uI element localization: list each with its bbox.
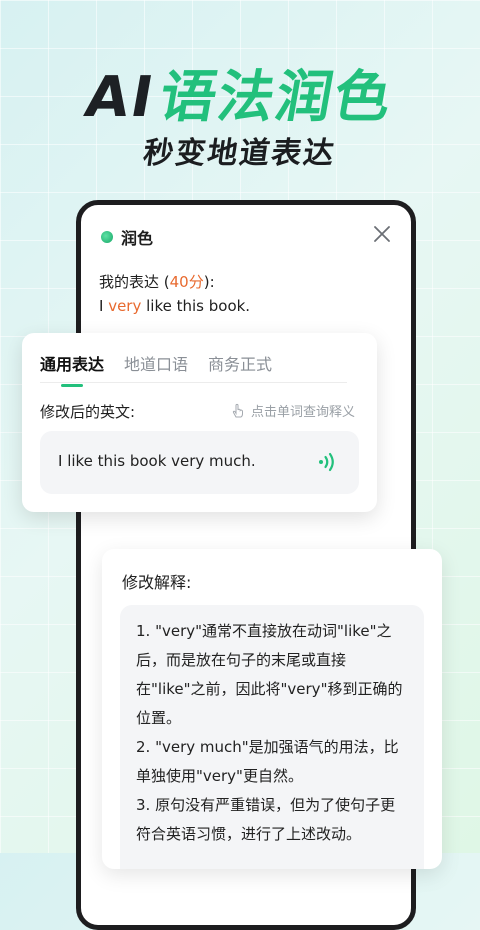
subheadline: 秒变地道表达 bbox=[141, 136, 338, 171]
tap-hand-icon bbox=[232, 403, 243, 417]
speaker-icon[interactable] bbox=[317, 451, 339, 473]
explanation-line: 3. 原句没有严重错误，但为了使句子更 bbox=[136, 796, 396, 814]
original-sentence-end: like this book. bbox=[141, 297, 251, 315]
original-sentence: I very like this book. bbox=[99, 297, 250, 315]
polish-icon bbox=[101, 231, 113, 243]
explanation-card: 修改解释: 1. "very"通常不直接放在动词"like"之 后，而是放在句子… bbox=[102, 549, 442, 869]
explanation-line: 后，而是放在句子的末尾或直接 bbox=[136, 651, 347, 669]
explanation-line: 2. "very much"是加强语气的用法，比 bbox=[136, 738, 399, 756]
explanation-line: 1. "very"通常不直接放在动词"like"之 bbox=[136, 622, 392, 640]
explanation-line: 符合英语习惯，进行了上述改动。 bbox=[136, 825, 362, 843]
explanation-line: 在"like"之前，因此将"very"移到正确的 bbox=[136, 680, 403, 698]
error-word[interactable]: very bbox=[108, 297, 141, 315]
headline-ai: AI bbox=[80, 65, 160, 130]
original-label-suffix: ): bbox=[203, 273, 215, 291]
original-label-prefix: 我的表达 ( bbox=[99, 273, 170, 291]
headline-title: 语法润色 bbox=[154, 65, 398, 130]
revised-sentence[interactable]: I like this book very much. bbox=[58, 452, 256, 470]
tab-divider bbox=[40, 382, 347, 383]
lookup-hint: 点击单词查询释义 bbox=[231, 401, 355, 420]
score-badge: 40分 bbox=[169, 273, 204, 291]
revised-label: 修改后的英文: bbox=[40, 403, 136, 421]
explanation-line: 单独使用"very"更自然。 bbox=[136, 767, 303, 785]
close-icon[interactable] bbox=[373, 225, 391, 243]
panel-title: 润色 bbox=[121, 229, 154, 248]
explanation-box: 1. "very"通常不直接放在动词"like"之 后，而是放在句子的末尾或直接… bbox=[120, 605, 424, 869]
revision-card: 通用表达 地道口语 商务正式 修改后的英文: 点击单词查询释义 I like t… bbox=[22, 333, 377, 512]
lookup-hint-text: 点击单词查询释义 bbox=[250, 405, 355, 420]
headline: AI语法润色 bbox=[0, 52, 480, 133]
panel-header: 润色 bbox=[101, 225, 153, 249]
original-label: 我的表达 (40分): bbox=[99, 271, 215, 292]
original-sentence-start: I bbox=[99, 297, 109, 315]
revised-sentence-box: I like this book very much. bbox=[40, 431, 359, 494]
explanation-line: 位置。 bbox=[136, 709, 182, 727]
explanation-label: 修改解释: bbox=[122, 573, 192, 592]
